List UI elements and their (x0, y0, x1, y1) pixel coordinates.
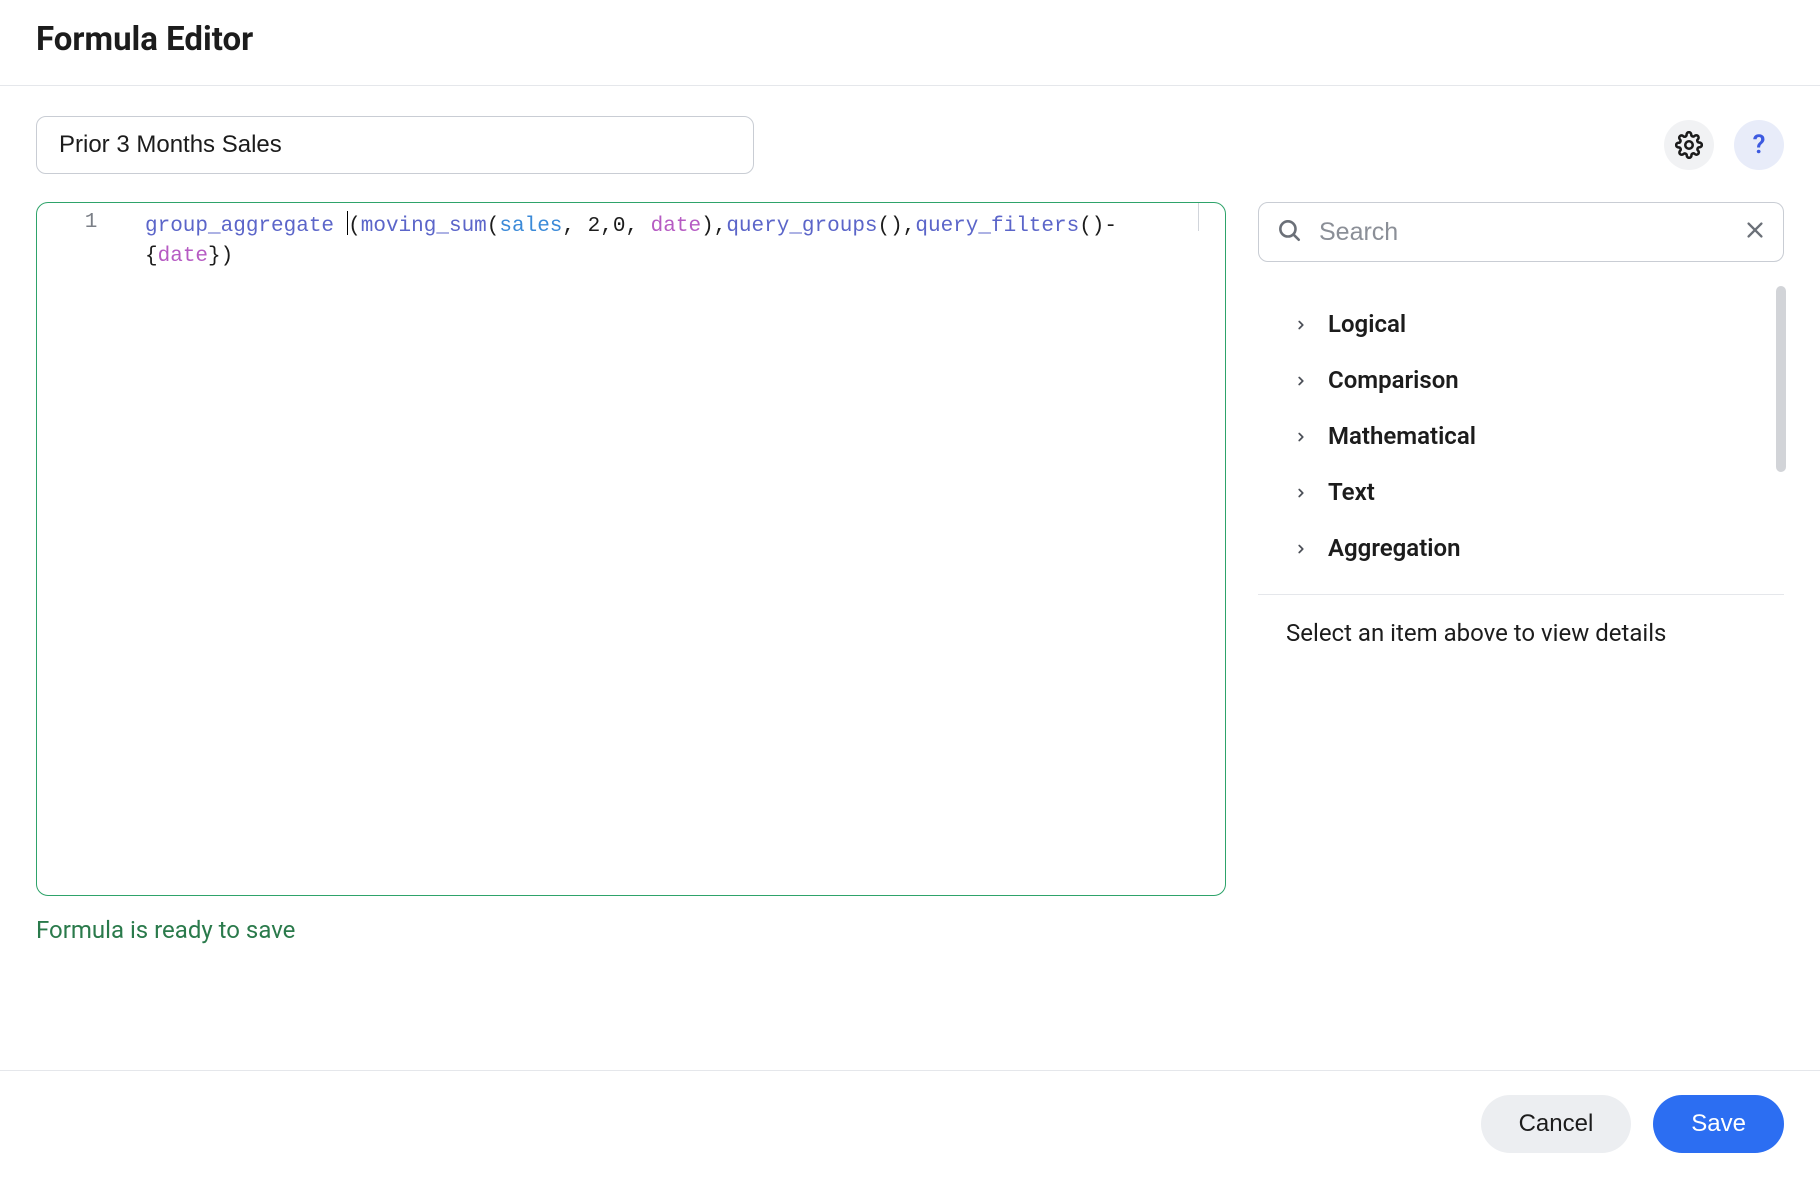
clear-search-button[interactable] (1744, 219, 1766, 245)
ruler-line (1198, 203, 1199, 231)
chevron-right-icon (1294, 534, 1308, 562)
category-comparison[interactable]: Comparison (1258, 352, 1784, 408)
status-message: Formula is ready to save (36, 916, 1226, 944)
category-label: Comparison (1328, 366, 1459, 394)
formula-name-input[interactable] (36, 116, 754, 174)
footer-bar: Cancel Save (0, 1070, 1820, 1177)
code-line-1: group_aggregate (moving_sum(sales, 2,0, … (145, 211, 1215, 242)
gear-icon (1675, 131, 1703, 159)
chevron-right-icon (1294, 366, 1308, 394)
name-row (36, 116, 1226, 174)
toolbar-icons: ? (1258, 116, 1784, 174)
close-icon (1744, 219, 1766, 241)
category-label: Text (1328, 478, 1375, 506)
chevron-right-icon (1294, 478, 1308, 506)
save-button[interactable]: Save (1653, 1095, 1784, 1153)
category-label: Aggregation (1328, 534, 1460, 562)
help-button[interactable]: ? (1734, 120, 1784, 170)
category-aggregation[interactable]: Aggregation (1258, 520, 1784, 576)
scrollbar[interactable] (1776, 286, 1786, 472)
search-wrap (1258, 202, 1784, 262)
chevron-right-icon (1294, 310, 1308, 338)
help-icon: ? (1753, 130, 1766, 160)
line-number: 1 (37, 211, 145, 234)
code-area[interactable]: group_aggregate (moving_sum(sales, 2,0, … (145, 203, 1225, 895)
code-line-2: {date}) (145, 242, 1215, 272)
code-editor[interactable]: 1 group_aggregate (moving_sum(sales, 2,0… (36, 202, 1226, 896)
search-input[interactable] (1258, 202, 1784, 262)
category-label: Mathematical (1328, 422, 1476, 450)
search-icon (1276, 217, 1302, 247)
settings-button[interactable] (1664, 120, 1714, 170)
helper-panel: ? Logical (1258, 116, 1784, 944)
cancel-button[interactable]: Cancel (1481, 1095, 1632, 1153)
line-gutter: 1 (37, 203, 145, 895)
page-header: Formula Editor (0, 0, 1820, 86)
category-label: Logical (1328, 310, 1406, 338)
content-area: 1 group_aggregate (moving_sum(sales, 2,0… (0, 86, 1820, 944)
details-hint: Select an item above to view details (1258, 595, 1784, 647)
category-mathematical[interactable]: Mathematical (1258, 408, 1784, 464)
category-list: Logical Comparison Mathematical Text (1258, 282, 1784, 595)
editor-column: 1 group_aggregate (moving_sum(sales, 2,0… (36, 116, 1226, 944)
category-text[interactable]: Text (1258, 464, 1784, 520)
chevron-right-icon (1294, 422, 1308, 450)
page-title: Formula Editor (36, 20, 1784, 59)
category-logical[interactable]: Logical (1258, 296, 1784, 352)
